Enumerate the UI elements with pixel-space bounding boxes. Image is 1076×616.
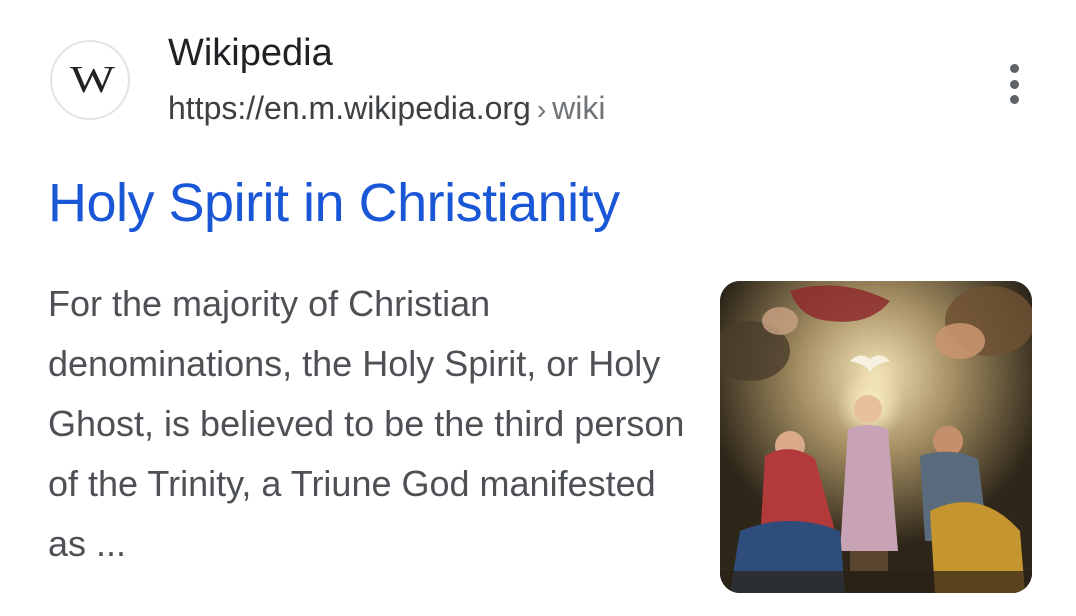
menu-dot [1009, 64, 1019, 73]
url-path: wiki [552, 90, 606, 126]
menu-dot [1009, 79, 1019, 89]
search-result-card: W Wikipedia https://en.m.wikipedia.org › w… [0, 0, 1076, 616]
wikipedia-favicon-icon[interactable]: W [50, 40, 130, 120]
painting-thumbnail[interactable] [720, 281, 1032, 593]
url-domain: https://en.m.wikipedia.org [168, 90, 531, 126]
more-options-icon[interactable] [996, 60, 1032, 108]
site-name[interactable]: Wikipedia [168, 32, 333, 75]
result-title-link[interactable]: Holy Spirit in Christianity [48, 172, 620, 234]
painting-illustration [720, 281, 1032, 593]
result-snippet: For the majority of Christian denominati… [48, 283, 685, 564]
breadcrumb-separator: › [536, 94, 547, 125]
site-url-breadcrumb[interactable]: https://en.m.wikipedia.org › wiki [168, 90, 606, 127]
favicon-letter: W [70, 59, 115, 101]
menu-dot [1009, 95, 1019, 104]
